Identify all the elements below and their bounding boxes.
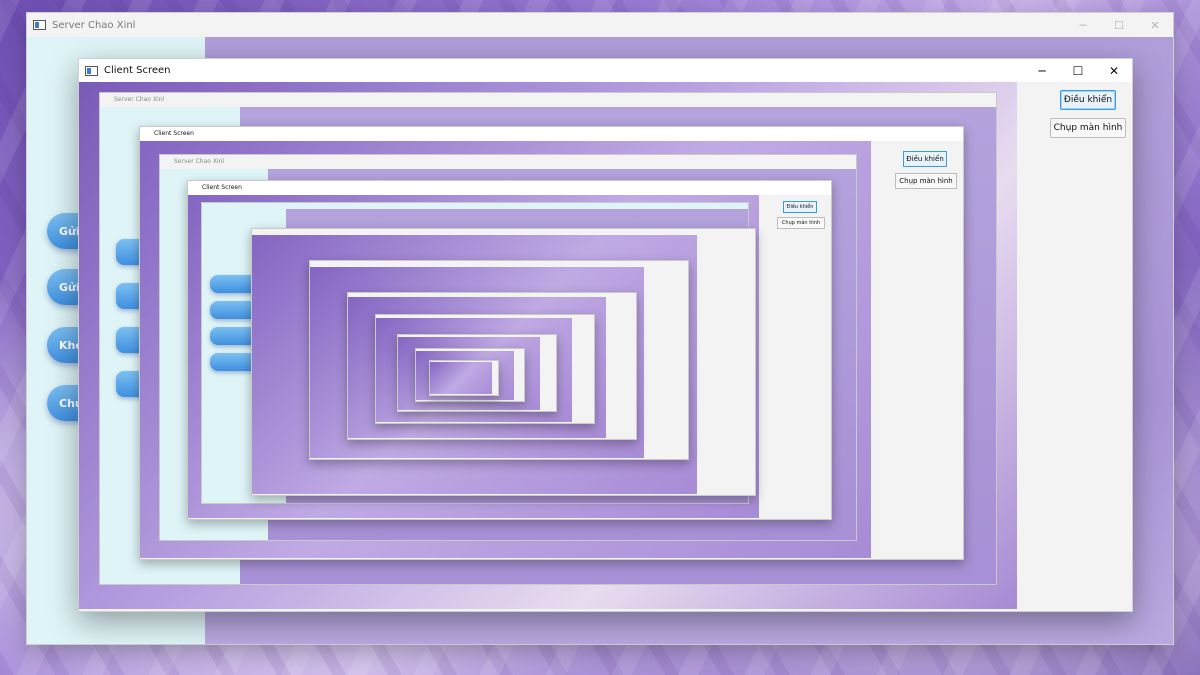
nested-control-button: Điều khiển xyxy=(783,201,817,213)
nested-client-panel xyxy=(540,337,556,411)
nested-capture-button: Chụp màn hình xyxy=(895,173,957,189)
nested-client-panel xyxy=(492,362,498,395)
nested-client-panel xyxy=(572,318,594,423)
nested-server-title: Server Chao Xinl xyxy=(160,155,856,169)
nested-client-panel xyxy=(606,297,636,439)
nested-control-button: Điều khiển xyxy=(903,151,947,167)
nested-client-title: Client Screen xyxy=(140,127,963,141)
minimize-icon[interactable]: ─ xyxy=(1024,59,1060,82)
app-window-icon xyxy=(33,20,46,30)
nested-client-title: Client Screen xyxy=(188,181,831,195)
remote-screen-view[interactable]: Server Chao Xinl Client Screen Điều khiể… xyxy=(79,82,1017,609)
client-control-panel: Điều khiển Chụp màn hình xyxy=(1017,82,1132,611)
nested-client-panel xyxy=(644,267,688,459)
remote-control-button[interactable]: Điều khiển xyxy=(1060,90,1116,110)
capture-screen-button[interactable]: Chụp màn hình xyxy=(1050,118,1126,138)
nested-client-panel: Điều khiển Chụp màn hình xyxy=(871,141,963,559)
server-titlebar[interactable]: Server Chao Xinl ─ ☐ ✕ xyxy=(27,13,1173,37)
client-titlebar[interactable]: Client Screen ─ ☐ ✕ xyxy=(79,59,1132,82)
app-window-icon xyxy=(85,65,98,76)
server-window-controls: ─ ☐ ✕ xyxy=(1065,13,1173,37)
nested-client-panel xyxy=(697,235,755,495)
close-icon[interactable]: ✕ xyxy=(1137,13,1173,37)
client-screen-window: Client Screen ─ ☐ ✕ Server Chao Xinl Cli… xyxy=(78,58,1133,612)
nested-client-panel: Điều khiển Chụp màn hình xyxy=(759,195,831,519)
close-icon[interactable]: ✕ xyxy=(1096,59,1132,82)
maximize-icon[interactable]: ☐ xyxy=(1060,59,1096,82)
nested-client-window xyxy=(429,360,499,396)
nested-capture-button: Chụp màn hình xyxy=(777,217,825,229)
server-window-title: Server Chao Xinl xyxy=(52,19,136,31)
nested-server-title: Server Chao Xinl xyxy=(100,93,996,107)
nested-client-view xyxy=(430,362,492,394)
client-window-title: Client Screen xyxy=(104,65,171,76)
nested-client-panel xyxy=(514,351,524,401)
client-window-controls: ─ ☐ ✕ xyxy=(1024,59,1132,82)
minimize-icon[interactable]: ─ xyxy=(1065,13,1101,37)
maximize-icon[interactable]: ☐ xyxy=(1101,13,1137,37)
